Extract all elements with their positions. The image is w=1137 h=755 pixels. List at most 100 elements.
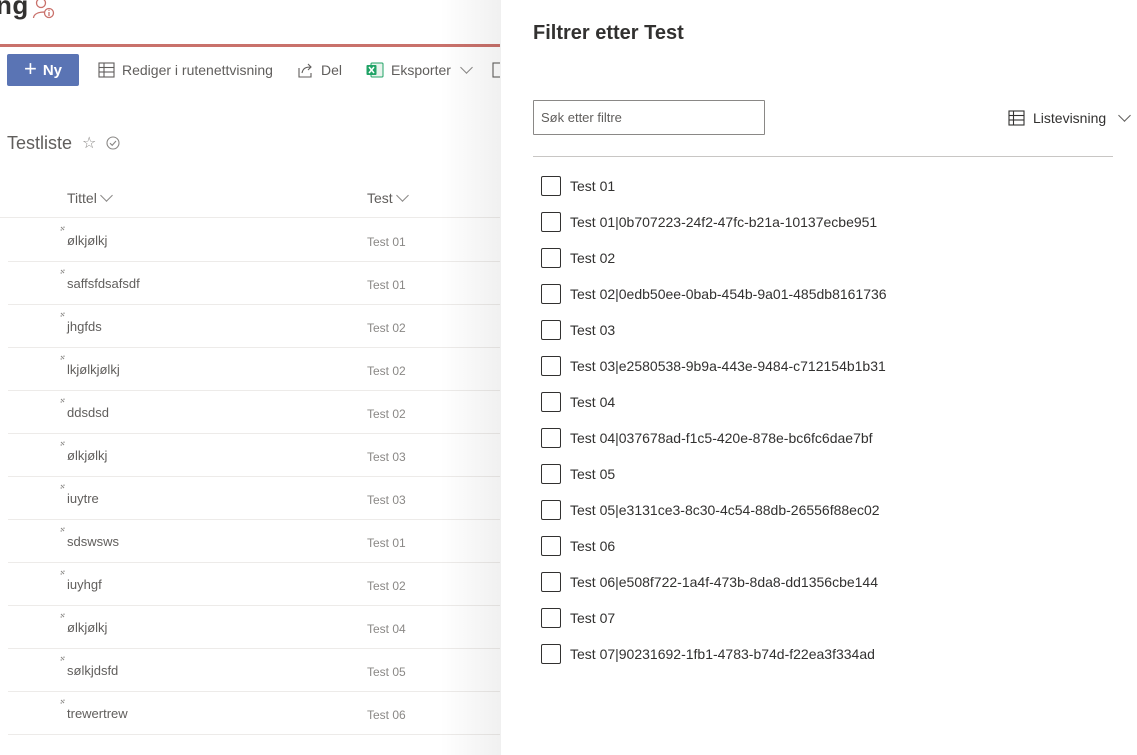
panel-title: Filtrer etter Test <box>533 22 684 44</box>
filter-option[interactable]: Test 06 <box>541 536 887 572</box>
filter-option[interactable]: Test 03|e2580538-9b9a-443e-9484-c712154b… <box>541 356 887 392</box>
filter-option-label: Test 06 <box>570 538 616 554</box>
row-title[interactable]: iuyhgf <box>67 577 102 592</box>
row-title[interactable]: lkjølkjølkj <box>67 362 120 377</box>
checkbox[interactable] <box>541 464 561 484</box>
row-title[interactable]: iuytre <box>67 491 99 506</box>
row-title[interactable]: saffsfdsafsdf <box>67 276 140 291</box>
row-test-value: Test 02 <box>367 579 406 593</box>
grid-icon <box>98 62 115 78</box>
row-title[interactable]: trewertrew <box>67 706 128 721</box>
command-bar: + Ny Rediger i rutenettvisning Del Ekspo… <box>0 54 500 86</box>
table-row[interactable]: iuytre Test 03 <box>8 477 500 520</box>
filter-search-input[interactable] <box>533 100 765 135</box>
filter-option[interactable]: Test 01 <box>541 176 887 212</box>
filter-option-label: Test 01|0b707223-24f2-47fc-b21a-10137ecb… <box>570 214 878 230</box>
filter-option[interactable]: Test 04|037678ad-f1c5-420e-878e-bc6fc6da… <box>541 428 887 464</box>
row-test-value: Test 03 <box>367 493 406 507</box>
list-page: ng + Ny Rediger i rutenettvisning Del Ek… <box>0 0 500 755</box>
filter-option[interactable]: Test 07|90231692-1fb1-4783-b74d-f22ea3f3… <box>541 644 887 680</box>
share-button[interactable]: Del <box>297 54 342 86</box>
filter-option[interactable]: Test 05 <box>541 464 887 500</box>
table-row[interactable]: sølkjdsfd Test 05 <box>8 649 500 692</box>
site-title: ng <box>0 0 29 20</box>
form-icon <box>492 62 500 78</box>
filter-option[interactable]: Test 04 <box>541 392 887 428</box>
grid-edit-label: Rediger i rutenettvisning <box>122 62 273 78</box>
filter-option[interactable]: Test 03 <box>541 320 887 356</box>
column-header-title-label: Tittel <box>67 190 97 206</box>
checkbox[interactable] <box>541 248 561 268</box>
check-circle-icon[interactable] <box>106 136 120 150</box>
view-toggle-label: Listevisning <box>1033 110 1107 126</box>
new-button[interactable]: + Ny <box>7 54 79 86</box>
row-test-value: Test 02 <box>367 364 406 378</box>
table-row[interactable]: jhgfds Test 02 <box>8 305 500 348</box>
star-icon[interactable]: ☆ <box>82 133 96 153</box>
table-row[interactable]: lkjølkjølkj Test 02 <box>8 348 500 391</box>
grid-edit-button[interactable]: Rediger i rutenettvisning <box>98 54 273 86</box>
checkbox[interactable] <box>541 500 561 520</box>
filter-option-label: Test 07 <box>570 610 616 626</box>
filter-option[interactable]: Test 01|0b707223-24f2-47fc-b21a-10137ecb… <box>541 212 887 248</box>
brand-divider <box>0 44 500 47</box>
plus-icon: + <box>23 56 37 81</box>
checkbox[interactable] <box>541 212 561 232</box>
view-toggle-button[interactable]: Listevisning <box>1008 108 1132 128</box>
column-header-title[interactable]: Tittel <box>67 189 113 206</box>
filter-option-label: Test 01 <box>570 178 616 194</box>
panel-divider <box>533 156 1113 157</box>
checkbox[interactable] <box>541 284 561 304</box>
checkbox[interactable] <box>541 356 561 376</box>
list-view-icon <box>1008 110 1025 126</box>
checkbox[interactable] <box>541 176 561 196</box>
table-row[interactable]: ølkjølkj Test 01 <box>8 219 500 262</box>
table-row[interactable]: ddsdsd Test 02 <box>8 391 500 434</box>
checkbox[interactable] <box>541 536 561 556</box>
filter-option-label: Test 04|037678ad-f1c5-420e-878e-bc6fc6da… <box>570 430 873 446</box>
table-row[interactable]: saffsfdsafsdf Test 01 <box>8 262 500 305</box>
checkbox[interactable] <box>541 428 561 448</box>
filter-option-label: Test 03|e2580538-9b9a-443e-9484-c712154b… <box>570 358 886 374</box>
row-test-value: Test 04 <box>367 622 406 636</box>
export-button[interactable]: Eksporter <box>366 54 473 86</box>
checkbox[interactable] <box>541 392 561 412</box>
export-label: Eksporter <box>391 62 451 78</box>
row-title[interactable]: ølkjølkj <box>67 620 107 635</box>
filter-option[interactable]: Test 02 <box>541 248 887 284</box>
table-row[interactable]: iuyhgf Test 02 <box>8 563 500 606</box>
row-title[interactable]: sølkjdsfd <box>67 663 118 678</box>
filter-option[interactable]: Test 06|e508f722-1a4f-473b-8da8-dd1356cb… <box>541 572 887 608</box>
chevron-down-icon <box>460 61 473 74</box>
column-header-test-label: Test <box>367 190 393 206</box>
row-title[interactable]: ddsdsd <box>67 405 109 420</box>
share-icon <box>298 63 312 78</box>
checkbox[interactable] <box>541 608 561 628</box>
table-row[interactable]: sdswsws Test 01 <box>8 520 500 563</box>
list-rows: ølkjølkj Test 01 saffsfdsafsdf Test 01 j… <box>0 219 500 735</box>
column-header-test[interactable]: Test <box>367 189 409 206</box>
filter-option[interactable]: Test 02|0edb50ee-0bab-454b-9a01-485db816… <box>541 284 887 320</box>
filter-option-label: Test 06|e508f722-1a4f-473b-8da8-dd1356cb… <box>570 574 878 590</box>
user-info-icon[interactable] <box>32 0 56 20</box>
filter-option-label: Test 03 <box>570 322 616 338</box>
filter-option-label: Test 02|0edb50ee-0bab-454b-9a01-485db816… <box>570 286 887 302</box>
row-test-value: Test 01 <box>367 235 406 249</box>
row-test-value: Test 02 <box>367 407 406 421</box>
list-title: Testliste <box>7 132 73 153</box>
table-row[interactable]: ølkjølkj Test 04 <box>8 606 500 649</box>
table-row[interactable]: ølkjølkj Test 03 <box>8 434 500 477</box>
row-title[interactable]: ølkjølkj <box>67 448 107 463</box>
checkbox[interactable] <box>541 320 561 340</box>
row-title[interactable]: ølkjølkj <box>67 233 107 248</box>
more-command-button[interactable] <box>492 54 500 86</box>
chevron-down-icon <box>1118 109 1132 122</box>
row-title[interactable]: sdswsws <box>67 534 119 549</box>
row-test-value: Test 02 <box>367 321 406 335</box>
row-title[interactable]: jhgfds <box>67 319 102 334</box>
filter-option[interactable]: Test 05|e3131ce3-8c30-4c54-88db-26556f88… <box>541 500 887 536</box>
checkbox[interactable] <box>541 644 561 664</box>
table-row[interactable]: trewertrew Test 06 <box>8 692 500 735</box>
checkbox[interactable] <box>541 572 561 592</box>
filter-option[interactable]: Test 07 <box>541 608 887 644</box>
